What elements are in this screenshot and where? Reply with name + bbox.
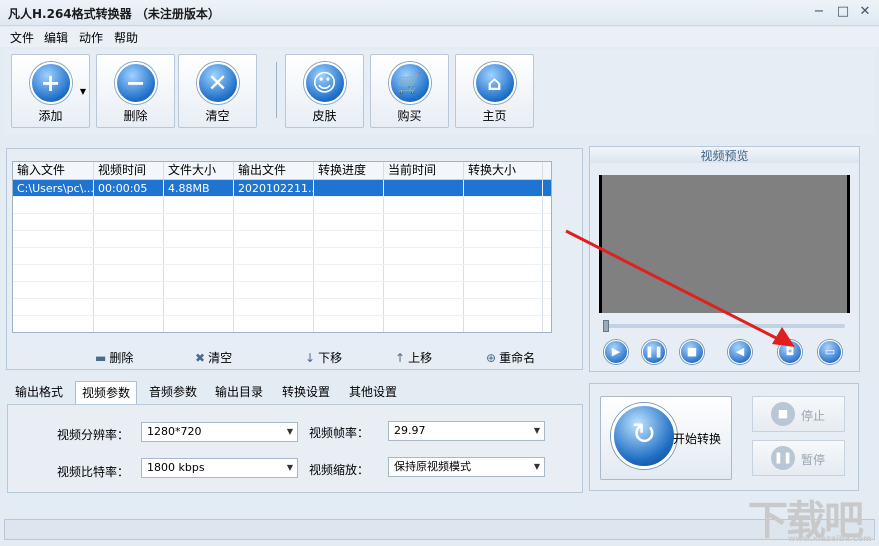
- watermark-logo: 下载吧 www.xiazaiba.com: [748, 498, 872, 544]
- tab-video-params[interactable]: 视频参数: [75, 381, 138, 405]
- tab-convert-settings[interactable]: 转换设置: [276, 381, 336, 404]
- framerate-select[interactable]: 29.97 ▼: [388, 421, 545, 441]
- stop-convert-button[interactable]: ■ 停止: [752, 396, 845, 432]
- tab-output-format[interactable]: 输出格式: [9, 381, 69, 404]
- tab-other-settings[interactable]: 其他设置: [343, 381, 403, 404]
- chevron-down-icon: ▼: [533, 426, 540, 435]
- resolution-select[interactable]: 1280*720 ▼: [141, 422, 298, 442]
- scale-label: 视频缩放：: [309, 463, 370, 477]
- stop-convert-label: 停止: [801, 409, 826, 423]
- status-bar: [4, 519, 875, 540]
- tab-output-dir[interactable]: 输出目录: [209, 381, 269, 404]
- chevron-down-icon: ▼: [286, 427, 293, 436]
- bitrate-select[interactable]: 1800 kbps ▼: [141, 458, 298, 478]
- video-params-panel: 视频分辨率： 1280*720 ▼ 视频帧率： 29.97 ▼ 视频比特率： 180…: [7, 404, 583, 493]
- bitrate-label: 视频比特率：: [57, 465, 130, 479]
- chevron-down-icon: ▼: [533, 462, 540, 471]
- resolution-label: 视频分辨率：: [57, 428, 130, 442]
- start-convert-label: 开始转换: [673, 432, 722, 446]
- stop-icon: ■: [771, 402, 795, 426]
- start-convert-button[interactable]: ↻ 开始转换: [600, 396, 732, 480]
- framerate-label: 视频帧率：: [309, 426, 370, 440]
- pause-icon: ❚❚: [771, 446, 795, 470]
- convert-panel: ↻ 开始转换 ■ 停止 ❚❚ 暂停: [589, 383, 859, 491]
- tab-audio-params[interactable]: 音频参数: [143, 381, 203, 404]
- chevron-down-icon: ▼: [286, 463, 293, 472]
- convert-arrow-icon: ↻: [611, 403, 677, 469]
- pause-convert-label: 暂停: [801, 453, 826, 467]
- scale-select[interactable]: 保持原视频模式 ▼: [388, 457, 545, 477]
- pause-convert-button[interactable]: ❚❚ 暂停: [752, 440, 845, 476]
